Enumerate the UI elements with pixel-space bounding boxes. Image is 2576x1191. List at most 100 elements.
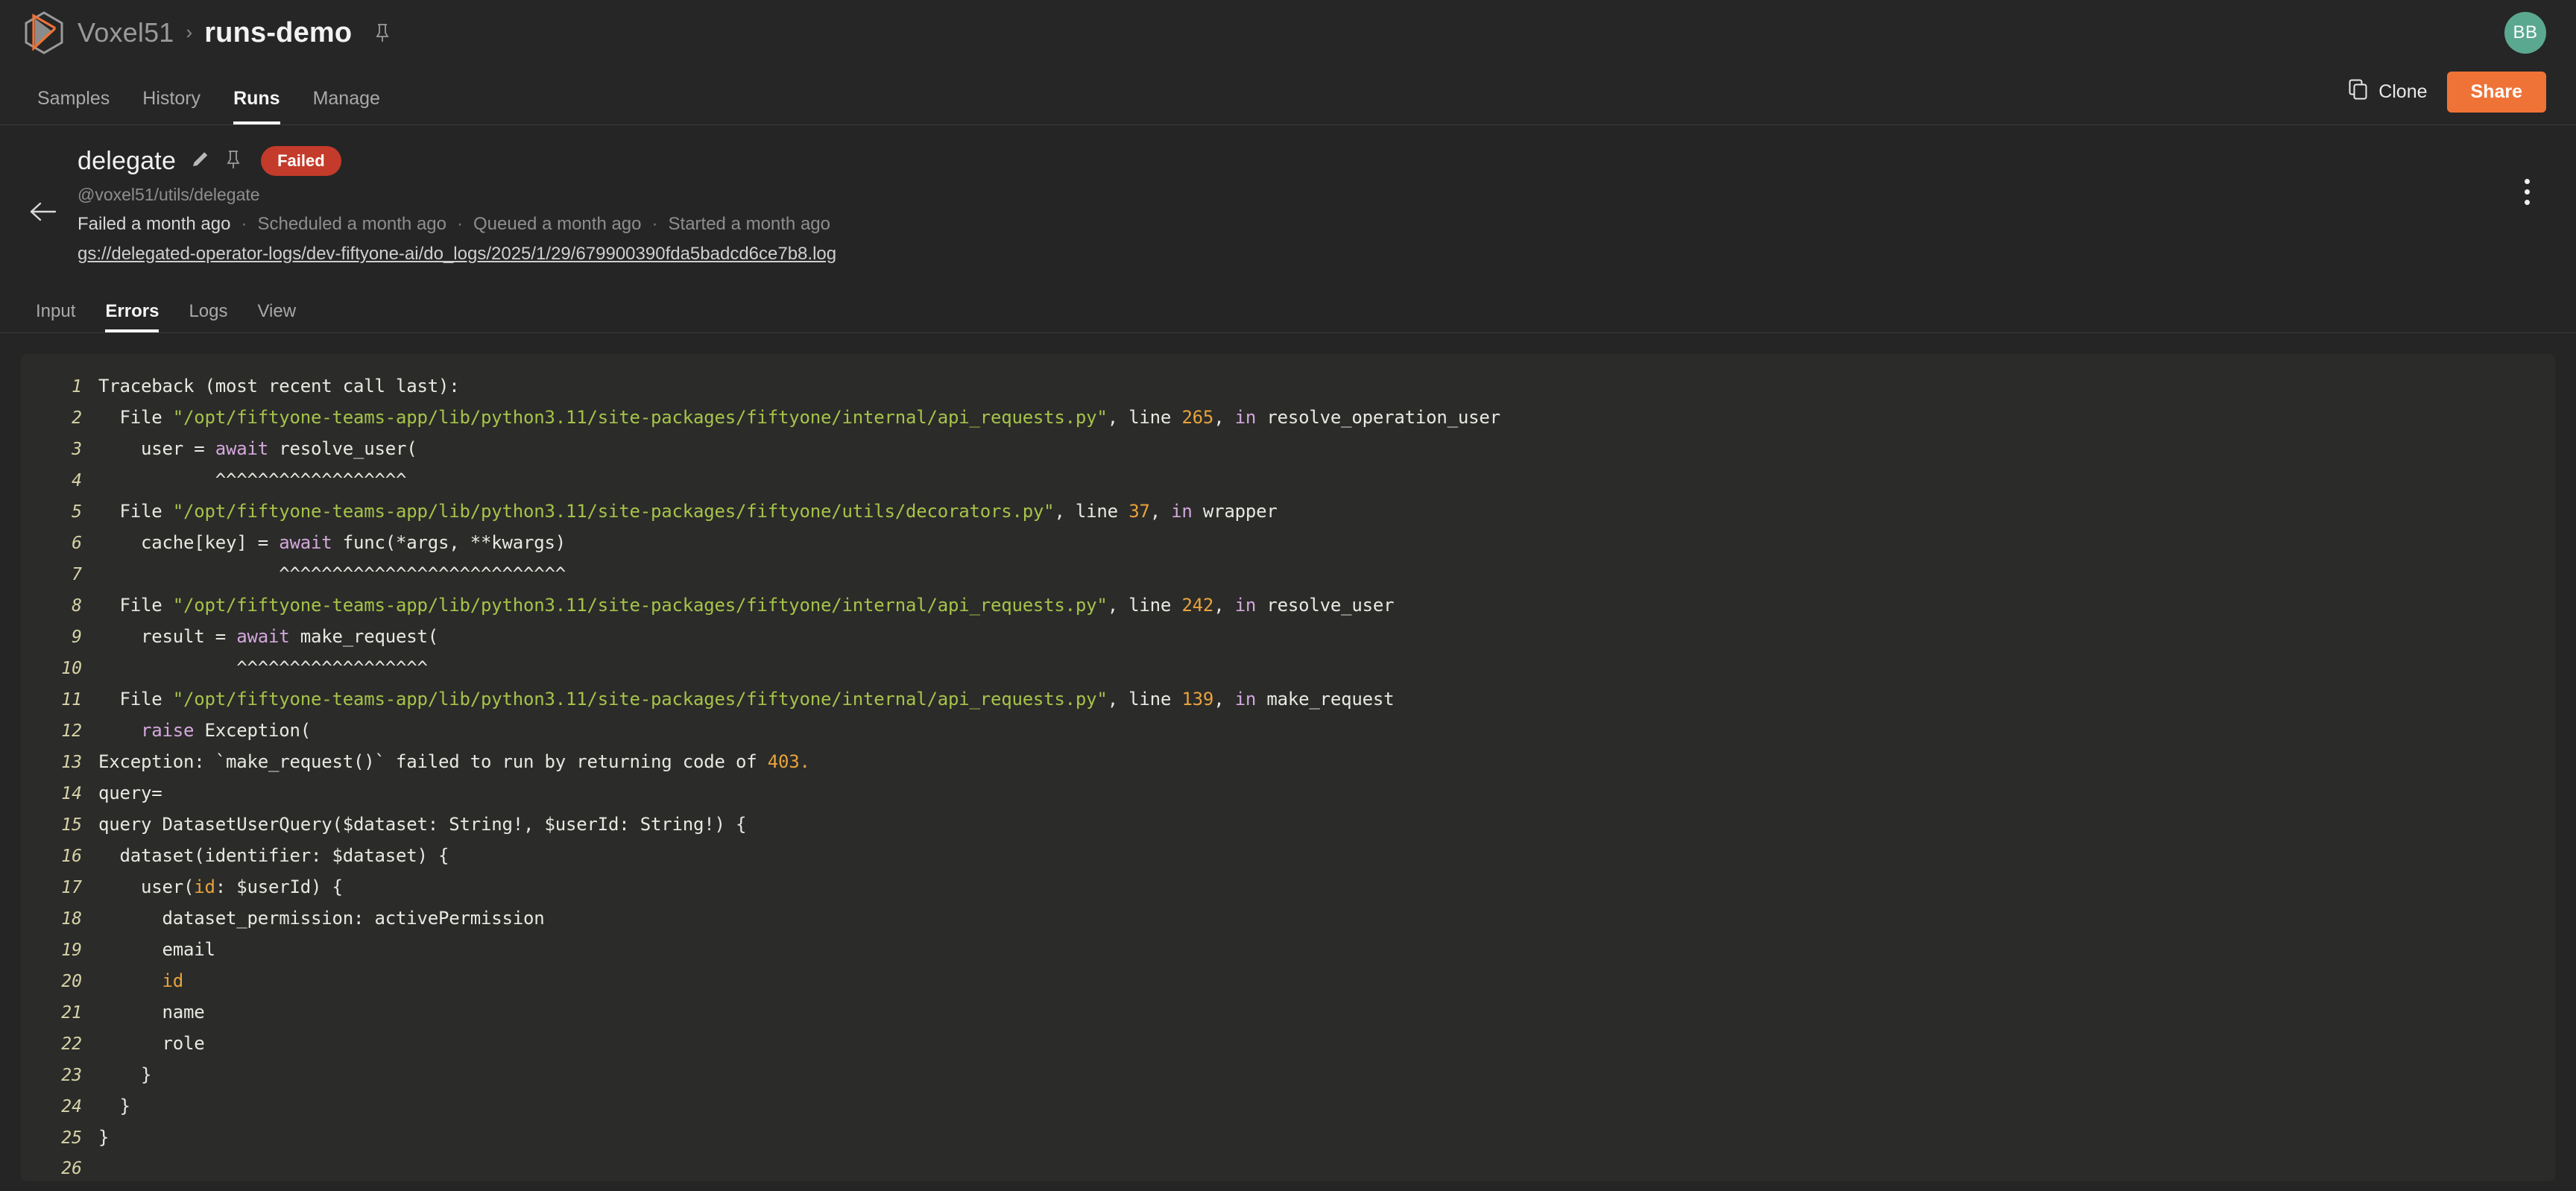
pin-icon[interactable] — [374, 23, 391, 42]
code-line-number: 20 — [61, 972, 82, 991]
clone-button-label: Clone — [2378, 81, 2428, 102]
run-detail-tabs: Input Errors Logs View — [0, 287, 2576, 333]
tab-logs[interactable]: Logs — [174, 303, 242, 332]
code-line-number: 1 — [72, 377, 82, 397]
code-line-number: 17 — [61, 878, 82, 897]
code-line-text: user = await resolve_user( — [98, 438, 417, 459]
code-line: 11 File "/opt/fiftyone-teams-app/lib/pyt… — [21, 683, 2555, 715]
breadcrumb-org[interactable]: Voxel51 — [78, 17, 174, 48]
primary-nav-tabs: Samples History Runs Manage — [21, 66, 397, 124]
code-line-number: 18 — [61, 909, 82, 929]
code-line-text: email — [98, 939, 215, 960]
code-line: 18 dataset_permission: activePermission — [21, 903, 2555, 934]
code-line-number: 6 — [72, 534, 82, 553]
code-line-number: 10 — [61, 659, 82, 678]
code-line: 23 } — [21, 1059, 2555, 1090]
code-line-text: } — [98, 1096, 130, 1116]
code-line: 5 File "/opt/fiftyone-teams-app/lib/pyth… — [21, 496, 2555, 527]
top-bar: Voxel51 › runs-demo BB — [0, 0, 2576, 66]
code-line: 15 query DatasetUserQuery($dataset: Strin… — [21, 809, 2555, 840]
pencil-icon[interactable] — [191, 150, 210, 173]
code-line: 13 Exception: `make_request()` failed to … — [21, 746, 2555, 777]
code-line-text: role — [98, 1033, 205, 1054]
kebab-dot — [2524, 178, 2530, 184]
code-line-number: 19 — [61, 941, 82, 960]
code-line-number: 16 — [61, 847, 82, 866]
code-line: 4 ^^^^^^^^^^^^^^^^^^ — [21, 464, 2555, 496]
back-arrow-icon[interactable] — [28, 200, 58, 227]
clone-button[interactable]: Clone — [2349, 79, 2428, 105]
log-file-link[interactable]: gs://delegated-operator-logs/dev-fiftyon… — [78, 244, 836, 265]
traceback-code-panel[interactable]: 1 Traceback (most recent call last): 2 Fil… — [21, 354, 2555, 1181]
code-line-number: 21 — [61, 1003, 82, 1023]
code-line: 10 ^^^^^^^^^^^^^^^^^^ — [21, 652, 2555, 683]
code-line-number: 13 — [61, 753, 82, 772]
voxel51-logo-icon[interactable] — [21, 10, 67, 56]
code-line: 2 File "/opt/fiftyone-teams-app/lib/pyth… — [21, 402, 2555, 433]
primary-nav-actions: Clone Share — [2349, 72, 2546, 124]
code-line: 12 raise Exception( — [21, 715, 2555, 746]
code-line-text: dataset(identifier: $dataset) { — [98, 845, 449, 866]
tab-errors[interactable]: Errors — [90, 303, 174, 332]
code-line-text: ^^^^^^^^^^^^^^^^^^ — [98, 470, 407, 490]
breadcrumb-separator-icon: › — [186, 20, 193, 43]
code-line-text: id — [162, 970, 184, 991]
tab-view[interactable]: View — [242, 303, 311, 332]
more-vertical-icon[interactable] — [2512, 174, 2542, 209]
code-line-number: 7 — [72, 565, 82, 584]
code-line-text: Exception: `make_request()` failed to ru… — [98, 751, 810, 772]
tab-runs[interactable]: Runs — [217, 89, 297, 124]
code-line: 19 email — [21, 934, 2555, 965]
breadcrumb: Voxel51 › runs-demo — [78, 17, 391, 49]
code-line-number: 2 — [72, 408, 82, 428]
code-line-number: 5 — [72, 502, 82, 522]
code-line-number: 3 — [72, 440, 82, 459]
code-line-text: cache[key] = await func(*args, **kwargs) — [98, 532, 566, 553]
code-line-number: 14 — [61, 784, 82, 803]
breadcrumb-current-dataset[interactable]: runs-demo — [204, 17, 352, 49]
share-button[interactable]: Share — [2446, 72, 2546, 113]
operator-uri: @voxel51/utils/delegate — [78, 185, 260, 204]
code-line-text: } — [98, 1064, 152, 1085]
code-line-text: name — [98, 1002, 205, 1023]
meta-separator: · — [457, 214, 463, 234]
meta-separator: · — [241, 214, 247, 234]
tab-history[interactable]: History — [126, 89, 217, 124]
page-title: delegate — [78, 146, 177, 175]
code-line-text: ^^^^^^^^^^^^^^^^^^ — [98, 657, 428, 678]
run-timestamp-started: Started a month ago — [668, 214, 830, 234]
code-line: 8 File "/opt/fiftyone-teams-app/lib/pyth… — [21, 590, 2555, 621]
code-line: 22 role — [21, 1028, 2555, 1059]
code-line-text: dataset_permission: activePermission — [98, 908, 545, 929]
code-line: 7 ^^^^^^^^^^^^^^^^^^^^^^^^^^^ — [21, 558, 2555, 590]
code-line-number: 26 — [61, 1159, 82, 1178]
copy-icon — [2349, 79, 2368, 105]
meta-separator: · — [651, 214, 658, 234]
avatar[interactable]: BB — [2504, 12, 2546, 54]
code-line-number: 12 — [61, 721, 82, 741]
kebab-dot — [2524, 199, 2530, 205]
code-line-text: } — [98, 1127, 110, 1148]
code-line-number: 15 — [61, 815, 82, 835]
code-line: 1 Traceback (most recent call last): — [21, 370, 2555, 402]
tab-input[interactable]: Input — [21, 303, 90, 332]
code-line-text: result = await make_request( — [98, 626, 438, 647]
code-line-text: File "/opt/fiftyone-teams-app/lib/python… — [98, 501, 1278, 522]
code-line-number: 4 — [72, 471, 82, 490]
tab-manage[interactable]: Manage — [297, 89, 397, 124]
tab-samples[interactable]: Samples — [21, 89, 126, 124]
code-line-text: query DatasetUserQuery($dataset: String!… — [98, 814, 747, 835]
code-line-number: 22 — [61, 1034, 82, 1054]
code-line-text: File "/opt/fiftyone-teams-app/lib/python… — [98, 595, 1395, 616]
code-line: 20 id — [21, 965, 2555, 996]
code-line: 21 name — [21, 996, 2555, 1028]
code-line: 25} — [21, 1122, 2555, 1153]
primary-nav-bar: Samples History Runs Manage Clone Share — [0, 66, 2576, 125]
code-line-text: Traceback (most recent call last): — [98, 376, 460, 397]
code-line: 26 — [21, 1153, 2555, 1181]
pin-icon[interactable] — [225, 150, 242, 173]
run-timestamp-scheduled: Scheduled a month ago — [257, 214, 446, 234]
code-line-number: 9 — [72, 628, 82, 647]
status-badge: Failed — [261, 146, 341, 176]
run-title-row: delegate Failed — [78, 146, 2546, 176]
